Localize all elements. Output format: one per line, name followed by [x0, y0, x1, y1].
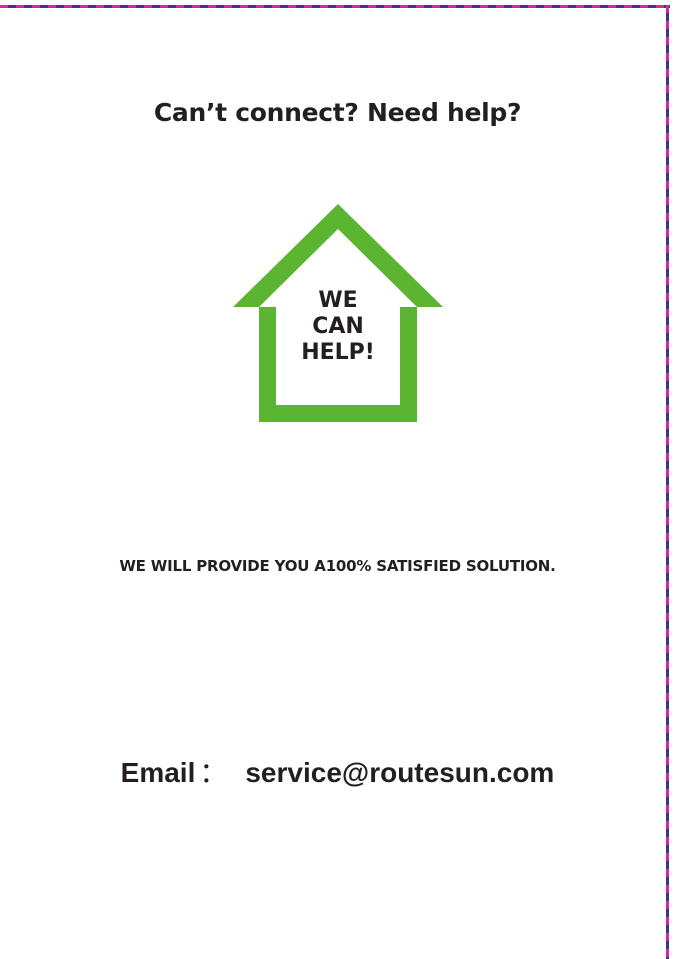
- dashed-cut-border-right: [666, 5, 669, 959]
- email-separator: ：: [199, 757, 228, 788]
- help-card: Can’t connect? Need help? WE CAN HELP! W…: [0, 0, 675, 959]
- contact-email: Email： service@routesun.com: [0, 751, 675, 791]
- house-label-line: WE: [318, 288, 358, 313]
- house-label-line: CAN: [312, 314, 364, 339]
- email-address: service@routesun.com: [245, 757, 555, 788]
- house-label-line: HELP!: [301, 340, 375, 365]
- tagline: WE WILL PROVIDE YOU A100% SATISFIED SOLU…: [119, 557, 556, 575]
- page-title: Can’t connect? Need help?: [153, 98, 522, 127]
- email-label: Email: [120, 757, 196, 788]
- house-badge: WE CAN HELP!: [233, 204, 443, 424]
- house-label: WE CAN HELP!: [233, 288, 443, 366]
- dashed-cut-border-top: [0, 5, 670, 8]
